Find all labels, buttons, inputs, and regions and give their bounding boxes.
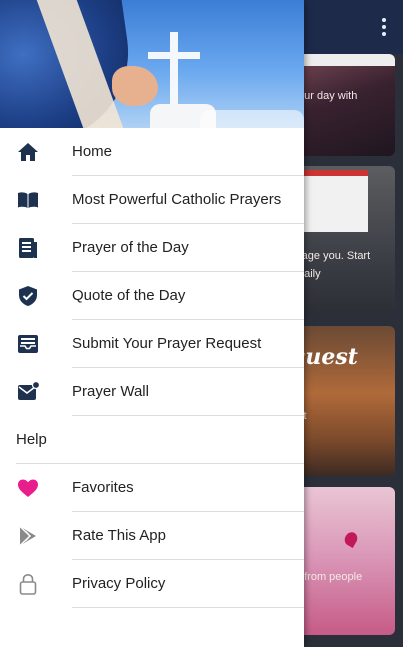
menu-item-label: Submit Your Prayer Request [72, 335, 262, 352]
background-card[interactable]: our day with [290, 54, 395, 156]
section-header-label: Help [16, 431, 47, 448]
more-vert-icon[interactable] [379, 15, 389, 39]
navigation-drawer: Home Most Powerful Catholic Prayers Pray… [0, 0, 304, 647]
heart-icon [18, 479, 38, 497]
calendar-image [290, 54, 395, 66]
menu-item-privacy-policy[interactable]: Privacy Policy [0, 560, 304, 608]
card-text: t from people [298, 571, 363, 583]
menu-item-submit-prayer-request[interactable]: Submit Your Prayer Request [0, 320, 304, 368]
shield-check-icon [19, 286, 37, 306]
menu-item-label: Home [72, 143, 113, 160]
card-text: our day with [298, 90, 358, 102]
background-card[interactable]: t from people [290, 487, 395, 635]
article-icon [19, 238, 37, 258]
drawer-menu: Home Most Powerful Catholic Prayers Pray… [0, 128, 304, 608]
menu-item-catholic-prayers[interactable]: Most Powerful Catholic Prayers [0, 176, 304, 224]
background-card[interactable]: rage you. Start daily [290, 166, 395, 316]
lock-icon [19, 573, 37, 595]
menu-item-prayer-of-the-day[interactable]: Prayer of the Day [0, 224, 304, 272]
home-icon [18, 143, 38, 161]
menu-item-label: Quote of the Day [72, 287, 186, 304]
menu-item-prayer-wall[interactable]: Prayer Wall [0, 368, 304, 416]
bird-icon [342, 529, 360, 549]
inbox-icon [18, 335, 38, 353]
drawer-header-image [0, 0, 304, 128]
mail-badge-icon [18, 380, 40, 400]
menu-item-label: Most Powerful Catholic Prayers [72, 191, 282, 208]
book-icon [18, 192, 38, 208]
menu-item-favorites[interactable]: Favorites [0, 464, 304, 512]
menu-item-label: Prayer Wall [72, 383, 149, 400]
section-header-help: Help [0, 416, 304, 464]
play-store-icon [19, 525, 36, 547]
menu-item-label: Rate This App [72, 527, 166, 544]
menu-item-label: Prayer of the Day [72, 239, 189, 256]
background-card[interactable]: quest st [290, 326, 395, 476]
menu-item-label: Privacy Policy [72, 575, 166, 592]
menu-item-home[interactable]: Home [0, 128, 304, 176]
card-text: rage you. Start [298, 250, 371, 262]
menu-item-rate-app[interactable]: Rate This App [0, 512, 304, 560]
menu-item-quote-of-the-day[interactable]: Quote of the Day [0, 272, 304, 320]
menu-item-label: Favorites [72, 479, 134, 496]
